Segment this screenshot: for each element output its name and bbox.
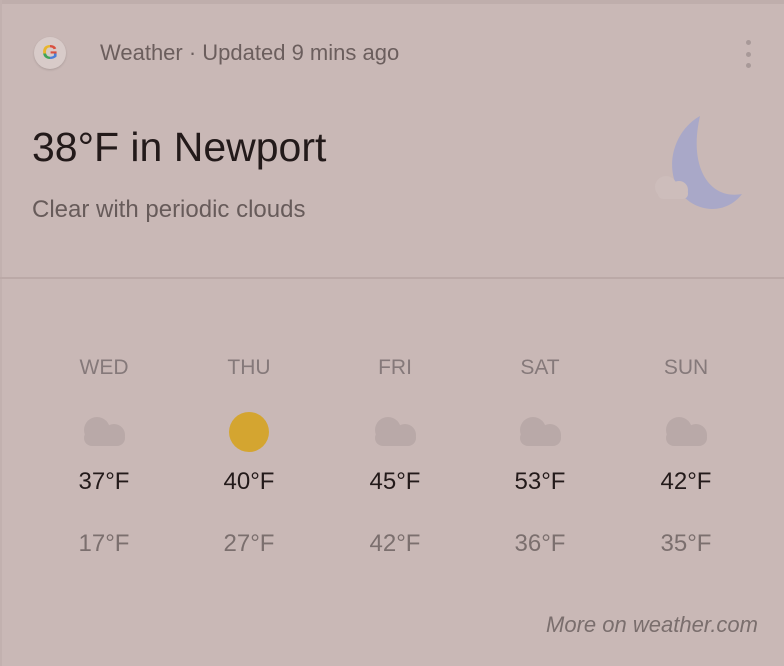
day-name: SAT: [520, 356, 560, 379]
moon-with-cloud-icon: [655, 116, 742, 209]
cloud-icon: [322, 412, 468, 452]
high-temp: 37°F: [78, 468, 130, 495]
source-updated-text: Weather · Updated 9 mins ago: [100, 40, 400, 65]
low-temp: 35°F: [660, 530, 712, 557]
google-logo-icon: G: [34, 37, 66, 69]
forecast-day-fri[interactable]: FRI 45°F 42°F: [322, 356, 468, 558]
card-header: G Weather · Updated 9 mins ago: [34, 36, 399, 70]
low-temp: 17°F: [78, 530, 130, 557]
forecast-day-thu[interactable]: THU 40°F 27°F: [176, 356, 322, 558]
cloud-icon: [31, 412, 177, 452]
card-top-border: [0, 0, 784, 4]
day-name: FRI: [378, 356, 412, 379]
card-left-border: [0, 0, 2, 666]
more-on-weather-link[interactable]: More on weather.com: [546, 612, 758, 638]
cloud-icon: [467, 412, 613, 452]
day-name: SUN: [663, 356, 709, 379]
forecast-day-sat[interactable]: SAT 53°F 36°F: [467, 356, 613, 558]
current-condition: Clear with periodic clouds: [32, 196, 306, 223]
section-divider: [0, 277, 784, 279]
forecast-day-wed[interactable]: WED 37°F 17°F: [31, 356, 177, 558]
low-temp: 36°F: [514, 530, 566, 557]
low-temp: 42°F: [369, 530, 421, 557]
forecast-day-sun[interactable]: SUN 42°F 35°F: [613, 356, 759, 558]
cloud-icon: [613, 412, 759, 452]
high-temp: 45°F: [369, 468, 421, 495]
high-temp: 40°F: [223, 468, 275, 495]
more-vert-icon[interactable]: [740, 40, 756, 68]
day-name: WED: [79, 356, 129, 379]
high-temp: 42°F: [660, 468, 712, 495]
high-temp: 53°F: [514, 468, 566, 495]
sun-icon: [176, 412, 322, 452]
low-temp: 27°F: [223, 530, 275, 557]
day-name: THU: [227, 356, 271, 379]
current-temperature-title: 38°F in Newport: [32, 124, 327, 170]
